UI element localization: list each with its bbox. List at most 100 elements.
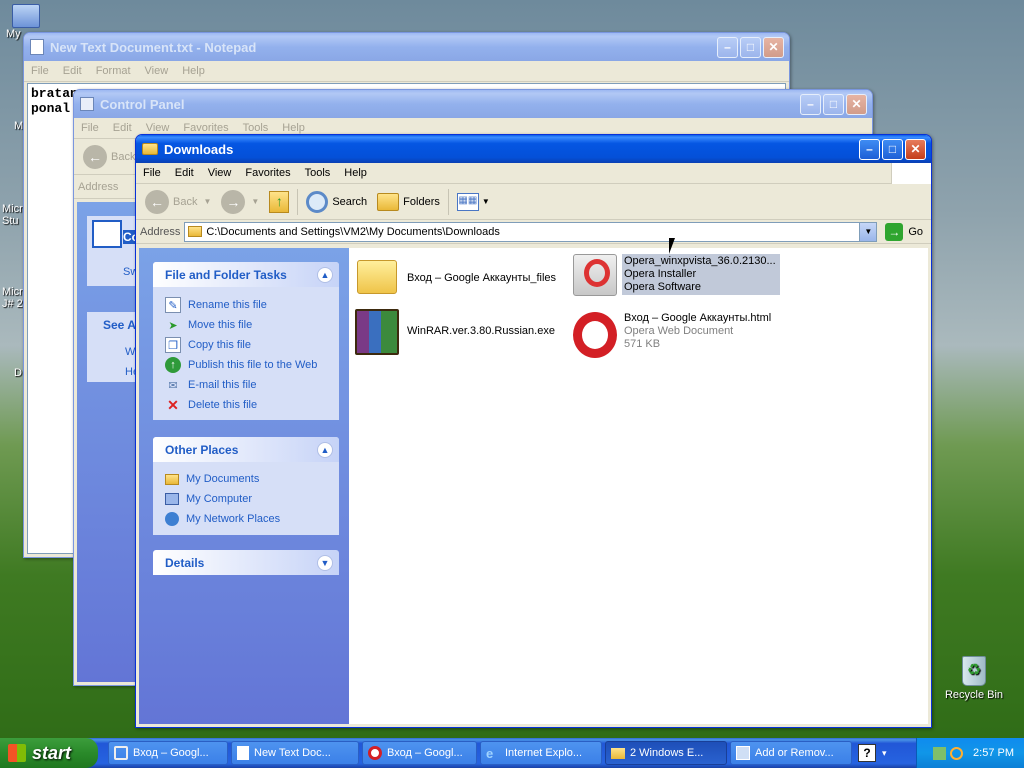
- file-item[interactable]: Вход – Google Аккаунты_files: [357, 256, 556, 294]
- maximize-button[interactable]: □: [740, 36, 761, 58]
- search-tray-icon[interactable]: [950, 746, 964, 760]
- file-item[interactable]: WinRAR.ver.3.80.Russian.exe: [355, 309, 555, 355]
- other-places-header[interactable]: Other Places ▲: [153, 437, 339, 462]
- details-header[interactable]: Details ▼: [153, 550, 339, 575]
- close-button[interactable]: ✕: [763, 36, 784, 58]
- taskbar-item-internet-explorer[interactable]: e Internet Explo...: [480, 741, 602, 765]
- chevron-down-icon: ▼: [481, 197, 490, 206]
- explorer-window[interactable]: Downloads – □ ✕ File Edit View Favorites…: [135, 134, 932, 728]
- control-panel-task-pane: Co Sw See A W He: [77, 202, 139, 682]
- taskbar-item-opera-2[interactable]: Вход – Googl...: [362, 741, 477, 765]
- delete-file-link[interactable]: ✕ Delete this file: [153, 395, 339, 415]
- explorer-toolbar: ← Back ▼ → ▼ ↑ Search Folders ▦▦ ▼: [136, 184, 931, 220]
- up-folder-button[interactable]: ↑: [264, 187, 294, 217]
- desktop-icon-label: D: [14, 367, 22, 379]
- copy-file-link[interactable]: ❐ Copy this file: [153, 335, 339, 355]
- menu-edit[interactable]: Edit: [106, 122, 139, 134]
- clock[interactable]: 2:57 PM: [973, 747, 1014, 759]
- views-button[interactable]: ▦▦ ▼: [452, 187, 495, 217]
- rename-file-link[interactable]: ✎ Rename this file: [153, 295, 339, 315]
- menu-view[interactable]: View: [139, 122, 177, 134]
- maximize-button[interactable]: □: [882, 138, 903, 160]
- toolbar-separator: [297, 188, 299, 215]
- address-value: C:\Documents and Settings\VM2\My Documen…: [206, 225, 500, 238]
- chevron-down-icon[interactable]: ▼: [317, 554, 333, 571]
- taskbar-item-windows-explorer[interactable]: 2 Windows E...: [605, 741, 727, 765]
- menu-favorites[interactable]: Favorites: [176, 122, 235, 134]
- address-label: Address: [140, 225, 181, 238]
- menu-file[interactable]: File: [24, 65, 56, 77]
- taskbar-item-label: New Text Doc...: [254, 747, 331, 759]
- maximize-icon: □: [888, 142, 897, 156]
- show-hidden-icons-arrow[interactable]: ▾: [882, 748, 887, 759]
- menu-favorites[interactable]: Favorites: [238, 167, 297, 179]
- email-file-link[interactable]: ✉ E-mail this file: [153, 375, 339, 395]
- task-label: Rename this file: [188, 299, 267, 311]
- search-button[interactable]: Search: [301, 187, 372, 217]
- menu-help[interactable]: Help: [337, 167, 374, 179]
- chevron-up-icon[interactable]: ▲: [317, 266, 333, 283]
- close-button[interactable]: ✕: [846, 93, 867, 115]
- publish-file-link[interactable]: ↑ Publish this file to the Web: [153, 355, 339, 375]
- file-folder-tasks-header[interactable]: File and Folder Tasks ▲: [153, 262, 339, 287]
- menu-tools[interactable]: Tools: [236, 122, 276, 134]
- file-item[interactable]: Вход – Google Аккаунты.html Opera Web Do…: [573, 312, 771, 358]
- taskbar-item-add-remove[interactable]: Add or Remov...: [730, 741, 852, 765]
- network-tray-icon[interactable]: [933, 746, 947, 760]
- forward-button[interactable]: → ▼: [216, 187, 264, 217]
- menu-file[interactable]: File: [136, 167, 168, 179]
- folders-label: Folders: [403, 195, 440, 208]
- menu-tools[interactable]: Tools: [298, 167, 338, 179]
- folders-button[interactable]: Folders: [372, 187, 445, 217]
- menu-file[interactable]: File: [74, 122, 106, 134]
- menu-view[interactable]: View: [138, 65, 176, 77]
- desktop-icon-partial[interactable]: D: [14, 367, 22, 379]
- maximize-button[interactable]: □: [823, 93, 844, 115]
- see-also-box: See A W He: [87, 312, 139, 382]
- menu-view[interactable]: View: [201, 167, 239, 179]
- back-button[interactable]: ← Back: [78, 142, 140, 172]
- go-button[interactable]: → Go: [881, 222, 927, 241]
- file-folder-tasks-title: File and Folder Tasks: [165, 267, 287, 282]
- chevron-up-icon[interactable]: ▲: [317, 441, 333, 458]
- menu-help[interactable]: Help: [275, 122, 312, 134]
- desktop-icon-recycle-bin[interactable]: ♻ Recycle Bin: [944, 656, 1004, 701]
- delete-icon: ✕: [167, 396, 179, 413]
- minimize-icon: –: [866, 142, 873, 156]
- start-button[interactable]: start: [0, 738, 98, 768]
- minimize-button[interactable]: –: [717, 36, 738, 58]
- menu-edit[interactable]: Edit: [56, 65, 89, 77]
- my-documents-link[interactable]: My Documents: [153, 469, 339, 489]
- taskbar-item-label: Вход – Googl...: [133, 747, 209, 759]
- file-tasks-list: ✎ Rename this file ➤ Move this file ❐ Copy …: [153, 287, 339, 415]
- taskbar-item-opera-1[interactable]: Вход – Googl...: [108, 741, 228, 765]
- task-label: Move this file: [188, 319, 253, 331]
- close-button[interactable]: ✕: [905, 138, 926, 160]
- windows-update-link[interactable]: W: [125, 346, 135, 358]
- explorer-titlebar[interactable]: Downloads – □ ✕: [136, 135, 931, 163]
- address-input[interactable]: C:\Documents and Settings\VM2\My Documen…: [184, 221, 878, 242]
- taskbar-item-label: Вход – Googl...: [387, 747, 463, 759]
- address-label: Address: [78, 180, 119, 193]
- help-tray-button[interactable]: ?: [858, 744, 876, 762]
- menu-help[interactable]: Help: [175, 65, 212, 77]
- my-computer-link[interactable]: My Computer: [153, 489, 339, 509]
- minimize-button[interactable]: –: [800, 93, 821, 115]
- taskbar-item-notepad[interactable]: New Text Doc...: [231, 741, 359, 765]
- address-dropdown-button[interactable]: ▼: [859, 222, 877, 241]
- copy-icon: ❐: [165, 337, 181, 353]
- menu-edit[interactable]: Edit: [168, 167, 201, 179]
- control-panel-titlebar[interactable]: Control Panel – □ ✕: [74, 90, 872, 118]
- maximize-icon: □: [829, 97, 838, 111]
- file-item-selected[interactable]: Opera_winxpvista_36.0.2130... Opera Inst…: [573, 254, 780, 296]
- my-network-places-link[interactable]: My Network Places: [153, 509, 339, 529]
- move-file-link[interactable]: ➤ Move this file: [153, 315, 339, 335]
- back-button[interactable]: ← Back ▼: [140, 187, 216, 217]
- search-label: Search: [332, 195, 368, 208]
- notepad-titlebar[interactable]: New Text Document.txt - Notepad – □ ✕: [24, 33, 789, 61]
- file-name: WinRAR.ver.3.80.Russian.exe: [407, 325, 555, 337]
- menu-format[interactable]: Format: [89, 65, 138, 77]
- desktop-icon-partial[interactable]: M: [14, 120, 23, 132]
- minimize-button[interactable]: –: [859, 138, 880, 160]
- file-list-view[interactable]: Вход – Google Аккаунты_files Opera_winxp…: [349, 238, 928, 724]
